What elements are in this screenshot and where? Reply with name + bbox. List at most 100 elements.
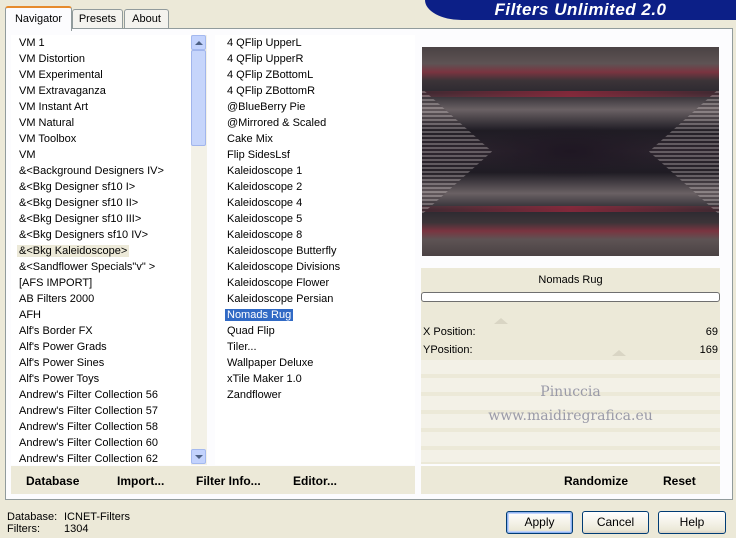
list-item-label: &<Sandflower Specials"v" > xyxy=(19,261,156,273)
tab-presets[interactable]: Presets xyxy=(72,9,123,29)
list-item[interactable]: Cake Mix xyxy=(227,131,273,147)
list-item[interactable]: Tiler... xyxy=(227,339,257,355)
list-item[interactable]: Kaleidoscope 4 xyxy=(227,195,302,211)
list-item-label: Zandflower xyxy=(227,389,282,401)
list-item[interactable]: Kaleidoscope 2 xyxy=(227,179,302,195)
list-item[interactable]: Alf's Border FX xyxy=(19,323,93,339)
list-item[interactable]: Zandflower xyxy=(227,387,281,403)
list-item[interactable]: 4 QFlip ZBottomL xyxy=(227,67,313,83)
list-item[interactable]: Quad Flip xyxy=(227,323,275,339)
y-position-value: 169 xyxy=(699,344,718,356)
arrow-up-icon xyxy=(194,40,203,45)
list-item[interactable]: VM xyxy=(19,147,36,163)
list-item[interactable]: @BlueBerry Pie xyxy=(227,99,305,115)
list-item[interactable]: Flip SidesLsf xyxy=(227,147,290,163)
scroll-down-button[interactable] xyxy=(191,449,206,464)
list-item[interactable]: Andrew's Filter Collection 60 xyxy=(19,435,158,451)
list-item[interactable]: Kaleidoscope 8 xyxy=(227,227,302,243)
watermark-url: www.maidiregrafica.eu xyxy=(488,408,653,424)
list-item[interactable]: VM Extravaganza xyxy=(19,83,106,99)
tab-navigator[interactable]: Navigator xyxy=(5,6,72,31)
category-scrollbar[interactable] xyxy=(191,35,207,465)
list-item[interactable]: 4 QFlip UpperR xyxy=(227,51,303,67)
list-item[interactable]: &<Sandflower Specials"v" > xyxy=(19,259,155,275)
list-item[interactable]: VM Experimental xyxy=(19,67,103,83)
filter-info-button[interactable]: Filter Info... xyxy=(196,473,261,489)
list-item[interactable]: 4 QFlip ZBottomR xyxy=(227,83,315,99)
list-item[interactable]: @Mirrored & Scaled xyxy=(227,115,326,131)
list-item-label: Kaleidoscope Divisions xyxy=(227,261,341,273)
list-item-label: &<Bkg Designer sf10 I> xyxy=(19,181,136,193)
list-item[interactable]: &<Bkg Kaleidoscope> xyxy=(17,243,130,259)
list-item-label: &<Bkg Designers sf10 IV> xyxy=(19,229,149,241)
list-item[interactable]: Kaleidoscope Divisions xyxy=(227,259,340,275)
preview-band xyxy=(422,91,719,97)
x-position-slider[interactable]: X Position: 69 xyxy=(421,324,720,340)
list-item[interactable]: VM Distortion xyxy=(19,51,85,67)
list-item[interactable]: AB Filters 2000 xyxy=(19,291,94,307)
reset-button[interactable]: Reset xyxy=(663,473,696,489)
list-item-label: Alf's Power Grads xyxy=(19,341,107,353)
randomize-button[interactable]: Randomize xyxy=(564,473,628,489)
list-item-label: AB Filters 2000 xyxy=(19,293,95,305)
filter-preview-image xyxy=(422,47,719,256)
list-item[interactable]: &<Background Designers IV> xyxy=(19,163,164,179)
list-item-label: VM Natural xyxy=(19,117,75,129)
list-item[interactable]: Kaleidoscope 1 xyxy=(227,163,302,179)
list-item-label: VM Distortion xyxy=(19,53,86,65)
list-item[interactable]: &<Bkg Designers sf10 IV> xyxy=(19,227,148,243)
list-item[interactable]: Kaleidoscope Butterfly xyxy=(227,243,336,259)
list-item[interactable]: Andrew's Filter Collection 62 xyxy=(19,451,158,465)
list-toolbar: Database Import... Filter Info... Editor… xyxy=(11,466,415,494)
list-item[interactable]: VM 1 xyxy=(19,35,45,51)
list-item-label: Cake Mix xyxy=(227,133,273,145)
list-item-label: Andrew's Filter Collection 62 xyxy=(19,453,159,465)
list-item[interactable]: &<Bkg Designer sf10 I> xyxy=(19,179,135,195)
scroll-up-button[interactable] xyxy=(191,35,206,50)
list-item-label: Andrew's Filter Collection 56 xyxy=(19,389,159,401)
list-item[interactable]: Andrew's Filter Collection 57 xyxy=(19,403,158,419)
list-item[interactable]: Kaleidoscope 5 xyxy=(227,211,302,227)
y-position-label: YPosition: xyxy=(423,344,473,356)
list-item[interactable]: Andrew's Filter Collection 58 xyxy=(19,419,158,435)
list-item[interactable]: Alf's Power Toys xyxy=(19,371,99,387)
list-item[interactable]: 4 QFlip UpperL xyxy=(227,35,302,51)
list-item[interactable]: Nomads Rug xyxy=(225,307,294,323)
help-button[interactable]: Help xyxy=(658,511,726,534)
arrow-down-icon xyxy=(194,454,203,459)
preview-left-stripes xyxy=(422,88,492,215)
filter-list[interactable]: 4 QFlip UpperL 4 QFlip UpperR 4 QFlip ZBot… xyxy=(215,35,415,465)
filters-count-label: Filters: xyxy=(7,523,40,535)
list-item[interactable]: Wallpaper Deluxe xyxy=(227,355,313,371)
list-item-label: Nomads Rug xyxy=(225,309,294,321)
y-position-slider[interactable]: YPosition: 169 xyxy=(421,342,720,358)
filters-count-value: 1304 xyxy=(64,523,89,535)
list-item-label: Alf's Border FX xyxy=(19,325,93,337)
list-item[interactable]: Alf's Power Sines xyxy=(19,355,104,371)
list-item[interactable]: Kaleidoscope Persian xyxy=(227,291,333,307)
tab-about[interactable]: About xyxy=(124,9,169,29)
list-item-label: Wallpaper Deluxe xyxy=(227,357,314,369)
editor-button[interactable]: Editor... xyxy=(293,473,337,489)
list-item[interactable]: VM Instant Art xyxy=(19,99,88,115)
list-item[interactable]: [AFS IMPORT] xyxy=(19,275,92,291)
list-item[interactable]: Kaleidoscope Flower xyxy=(227,275,329,291)
list-item-label: Tiler... xyxy=(227,341,257,353)
list-item[interactable]: AFH xyxy=(19,307,41,323)
watermark-name: Pinuccia xyxy=(540,384,601,400)
list-item[interactable]: xTile Maker 1.0 xyxy=(227,371,302,387)
cancel-button[interactable]: Cancel xyxy=(582,511,649,534)
list-item[interactable]: Alf's Power Grads xyxy=(19,339,107,355)
database-button[interactable]: Database xyxy=(26,473,79,489)
list-item[interactable]: Andrew's Filter Collection 56 xyxy=(19,387,158,403)
scroll-thumb[interactable] xyxy=(191,50,206,146)
list-item[interactable]: &<Bkg Designer sf10 III> xyxy=(19,211,141,227)
list-item[interactable]: VM Toolbox xyxy=(19,131,76,147)
apply-button[interactable]: Apply xyxy=(506,511,573,534)
list-item-label: 4 QFlip UpperR xyxy=(227,53,304,65)
list-item[interactable]: &<Bkg Designer sf10 II> xyxy=(19,195,138,211)
import-button[interactable]: Import... xyxy=(117,473,164,489)
preview-band xyxy=(422,206,719,212)
list-item[interactable]: VM Natural xyxy=(19,115,74,131)
category-list[interactable]: VM 1 VM Distortion VM Experimental VM Extra… xyxy=(11,35,191,465)
